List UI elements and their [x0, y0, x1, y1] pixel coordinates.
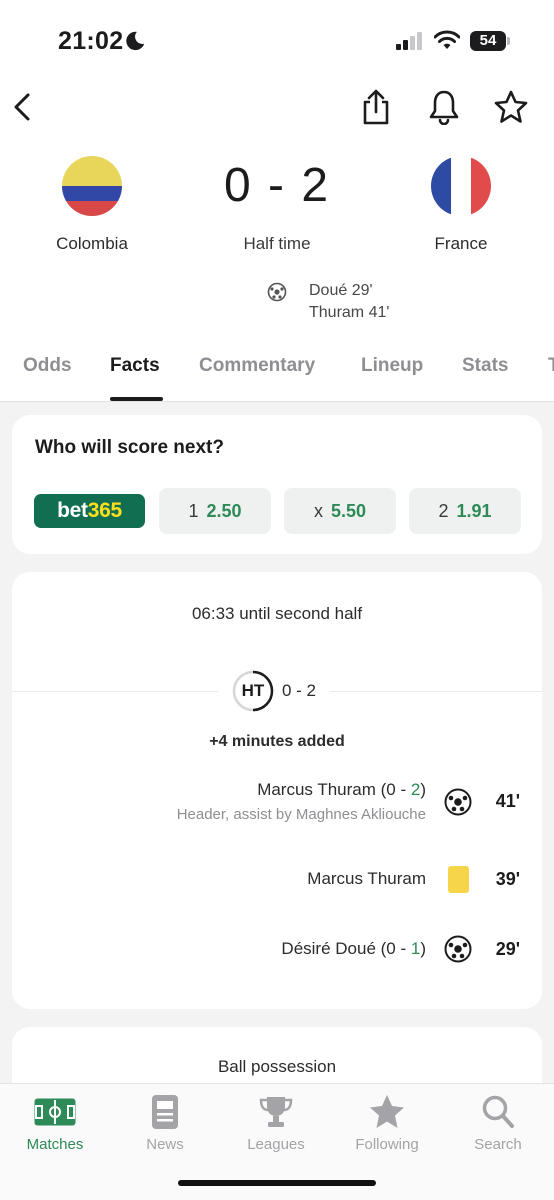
clock: 21:02	[58, 27, 124, 55]
scorer-line: Doué 29'	[309, 282, 373, 299]
event-score-highlight: 2	[410, 780, 421, 799]
france-flag-icon	[431, 156, 491, 216]
signal-icon	[396, 32, 422, 50]
odds-key: 2	[438, 500, 449, 521]
away-team[interactable]: France	[386, 156, 536, 254]
event-player-text: Désiré Doué (0 -	[281, 939, 411, 958]
moon-icon	[126, 31, 145, 51]
tab-lineup[interactable]: Lineup	[361, 355, 423, 377]
odds-away-button[interactable]: 2 1.91	[409, 488, 521, 534]
home-indicator	[178, 1180, 376, 1186]
odds-key: x	[313, 500, 323, 521]
ht-score: 0 - 2	[282, 681, 317, 700]
ht-label: HT	[241, 681, 265, 700]
event-minute: 29'	[495, 939, 520, 959]
event-close-paren: )	[420, 780, 426, 799]
bookmaker-name-part: bet	[57, 499, 88, 522]
search-icon	[482, 1095, 514, 1128]
event-player[interactable]: Marcus Thuram (0 - 2)	[257, 780, 426, 800]
added-time: +4 minutes added	[209, 733, 345, 750]
possession-label: Ball possession	[217, 1057, 337, 1076]
wifi-icon	[434, 30, 460, 49]
back-button[interactable]	[2, 86, 42, 128]
bell-icon	[429, 90, 459, 125]
facts-card: 06:33 until second half HT 0 - 2 +4 minu…	[12, 572, 542, 1009]
football-icon	[444, 788, 472, 816]
event-score-highlight: 1	[410, 939, 421, 958]
nav-leagues[interactable]: Leagues	[221, 1092, 331, 1153]
news-icon	[152, 1095, 178, 1129]
odds-title: Who will score next?	[35, 437, 224, 458]
home-team[interactable]: Colombia	[17, 156, 167, 254]
odds-home-button[interactable]: 1 2.50	[159, 488, 271, 534]
match-score: 0 - 2	[223, 159, 331, 212]
ht-badge: HT	[232, 670, 274, 712]
favorite-button[interactable]	[491, 86, 531, 128]
odds-value: 2.50	[206, 500, 242, 521]
nav-matches[interactable]: Matches	[0, 1092, 110, 1153]
bet365-logo[interactable]: bet 365	[34, 494, 145, 528]
tab-facts[interactable]: Facts	[110, 355, 160, 377]
scorer-line: Thuram 41'	[309, 304, 390, 321]
status-bar: 21:02 54	[0, 0, 554, 80]
event-player[interactable]: Marcus Thuram	[307, 869, 426, 889]
active-tab-indicator	[110, 397, 163, 401]
match-status: Half time	[243, 234, 311, 253]
nav-label: Matches	[26, 1136, 84, 1153]
battery-icon: 54	[470, 31, 506, 51]
notifications-button[interactable]	[424, 86, 464, 128]
pitch-icon	[34, 1098, 76, 1126]
odds-value: 5.50	[330, 500, 367, 521]
match-tabs: Odds Facts Commentary Lineup Stats T	[0, 340, 554, 402]
countdown-text: 06:33 until second half	[191, 604, 363, 623]
odds-card: Who will score next? bet 365 1 2.50 x 5.5…	[12, 415, 542, 554]
yellow-card-icon	[448, 866, 469, 893]
nav-label: Search	[474, 1136, 522, 1153]
nav-search[interactable]: Search	[443, 1092, 553, 1153]
event-player[interactable]: Désiré Doué (0 - 1)	[281, 939, 426, 959]
event-minute: 41'	[495, 791, 520, 811]
home-team-name: Colombia	[56, 234, 128, 253]
tab-stats[interactable]: Stats	[462, 355, 508, 377]
colombia-flag-icon	[62, 156, 122, 216]
football-icon	[444, 935, 472, 963]
odds-value: 1.91	[456, 500, 492, 521]
nav-label: Following	[355, 1136, 419, 1153]
star-icon	[370, 1095, 404, 1128]
football-icon	[267, 282, 287, 302]
share-icon	[363, 89, 389, 125]
tab-more[interactable]: T	[548, 355, 554, 377]
bookmaker-name-part: 365	[87, 499, 122, 522]
star-outline-icon	[494, 90, 528, 123]
nav-label: Leagues	[247, 1136, 305, 1153]
event-close-paren: )	[420, 939, 426, 958]
nav-label: News	[146, 1136, 184, 1153]
share-button[interactable]	[356, 86, 396, 128]
tab-commentary[interactable]: Commentary	[199, 355, 315, 377]
event-player-text: Marcus Thuram (0 -	[257, 780, 411, 799]
event-minute: 39'	[495, 869, 520, 889]
nav-news[interactable]: News	[110, 1092, 220, 1153]
odds-draw-button[interactable]: x 5.50	[284, 488, 396, 534]
nav-following[interactable]: Following	[332, 1092, 442, 1153]
chevron-left-icon	[14, 93, 30, 121]
trophy-icon	[259, 1097, 293, 1127]
match-header: 21:02 54 Colombia 0 - 2 Half time France…	[0, 0, 554, 402]
battery-cap	[507, 37, 510, 45]
half-time-marker: HT 0 - 2	[218, 668, 331, 714]
event-detail: Header, assist by Maghnes Akliouche	[176, 806, 426, 823]
tab-odds[interactable]: Odds	[23, 355, 72, 377]
odds-key: 1	[188, 500, 199, 521]
away-team-name: France	[434, 234, 488, 253]
